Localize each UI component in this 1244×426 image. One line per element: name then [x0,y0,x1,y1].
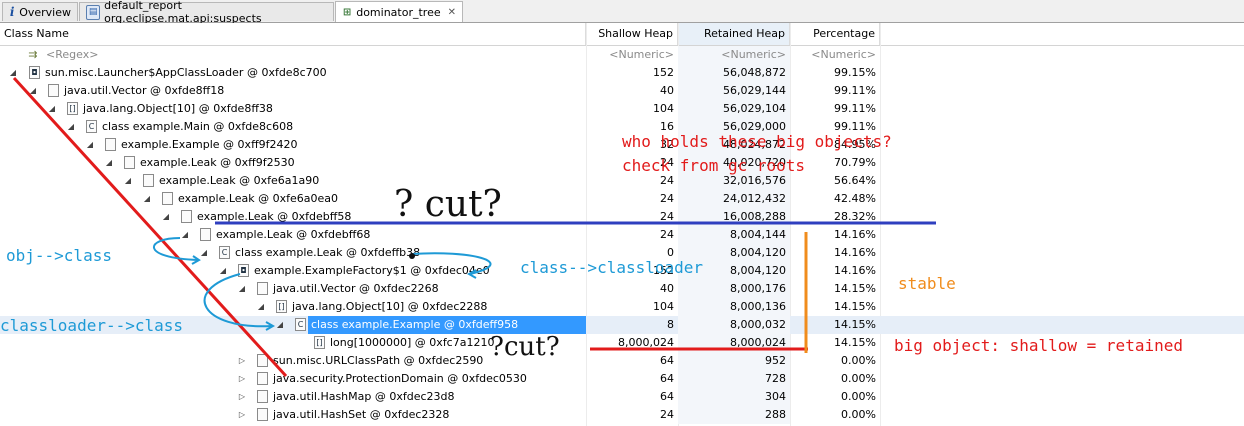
annotation-check-gc-roots: check from gc roots [622,156,806,175]
annotation-big-object: big object: shallow = retained [894,336,1183,355]
cyan-arrow-class-classloader [411,252,492,275]
annotation-obj-class: obj-->class [6,246,112,265]
annotation-who-holds: who holds these big objects? [622,132,892,151]
annotation-overlay [12,76,936,378]
annotation-stable: stable [898,274,956,293]
annotation-classloader-class: classloader-->class [0,316,184,335]
annotation-cut-top: ? cut? [394,184,502,225]
cyan-arrow-classloader-class [203,273,273,328]
annotation-class-classloader: class-->classloader [520,258,704,277]
annotation-cut-bottom: ?cut? [490,332,560,362]
